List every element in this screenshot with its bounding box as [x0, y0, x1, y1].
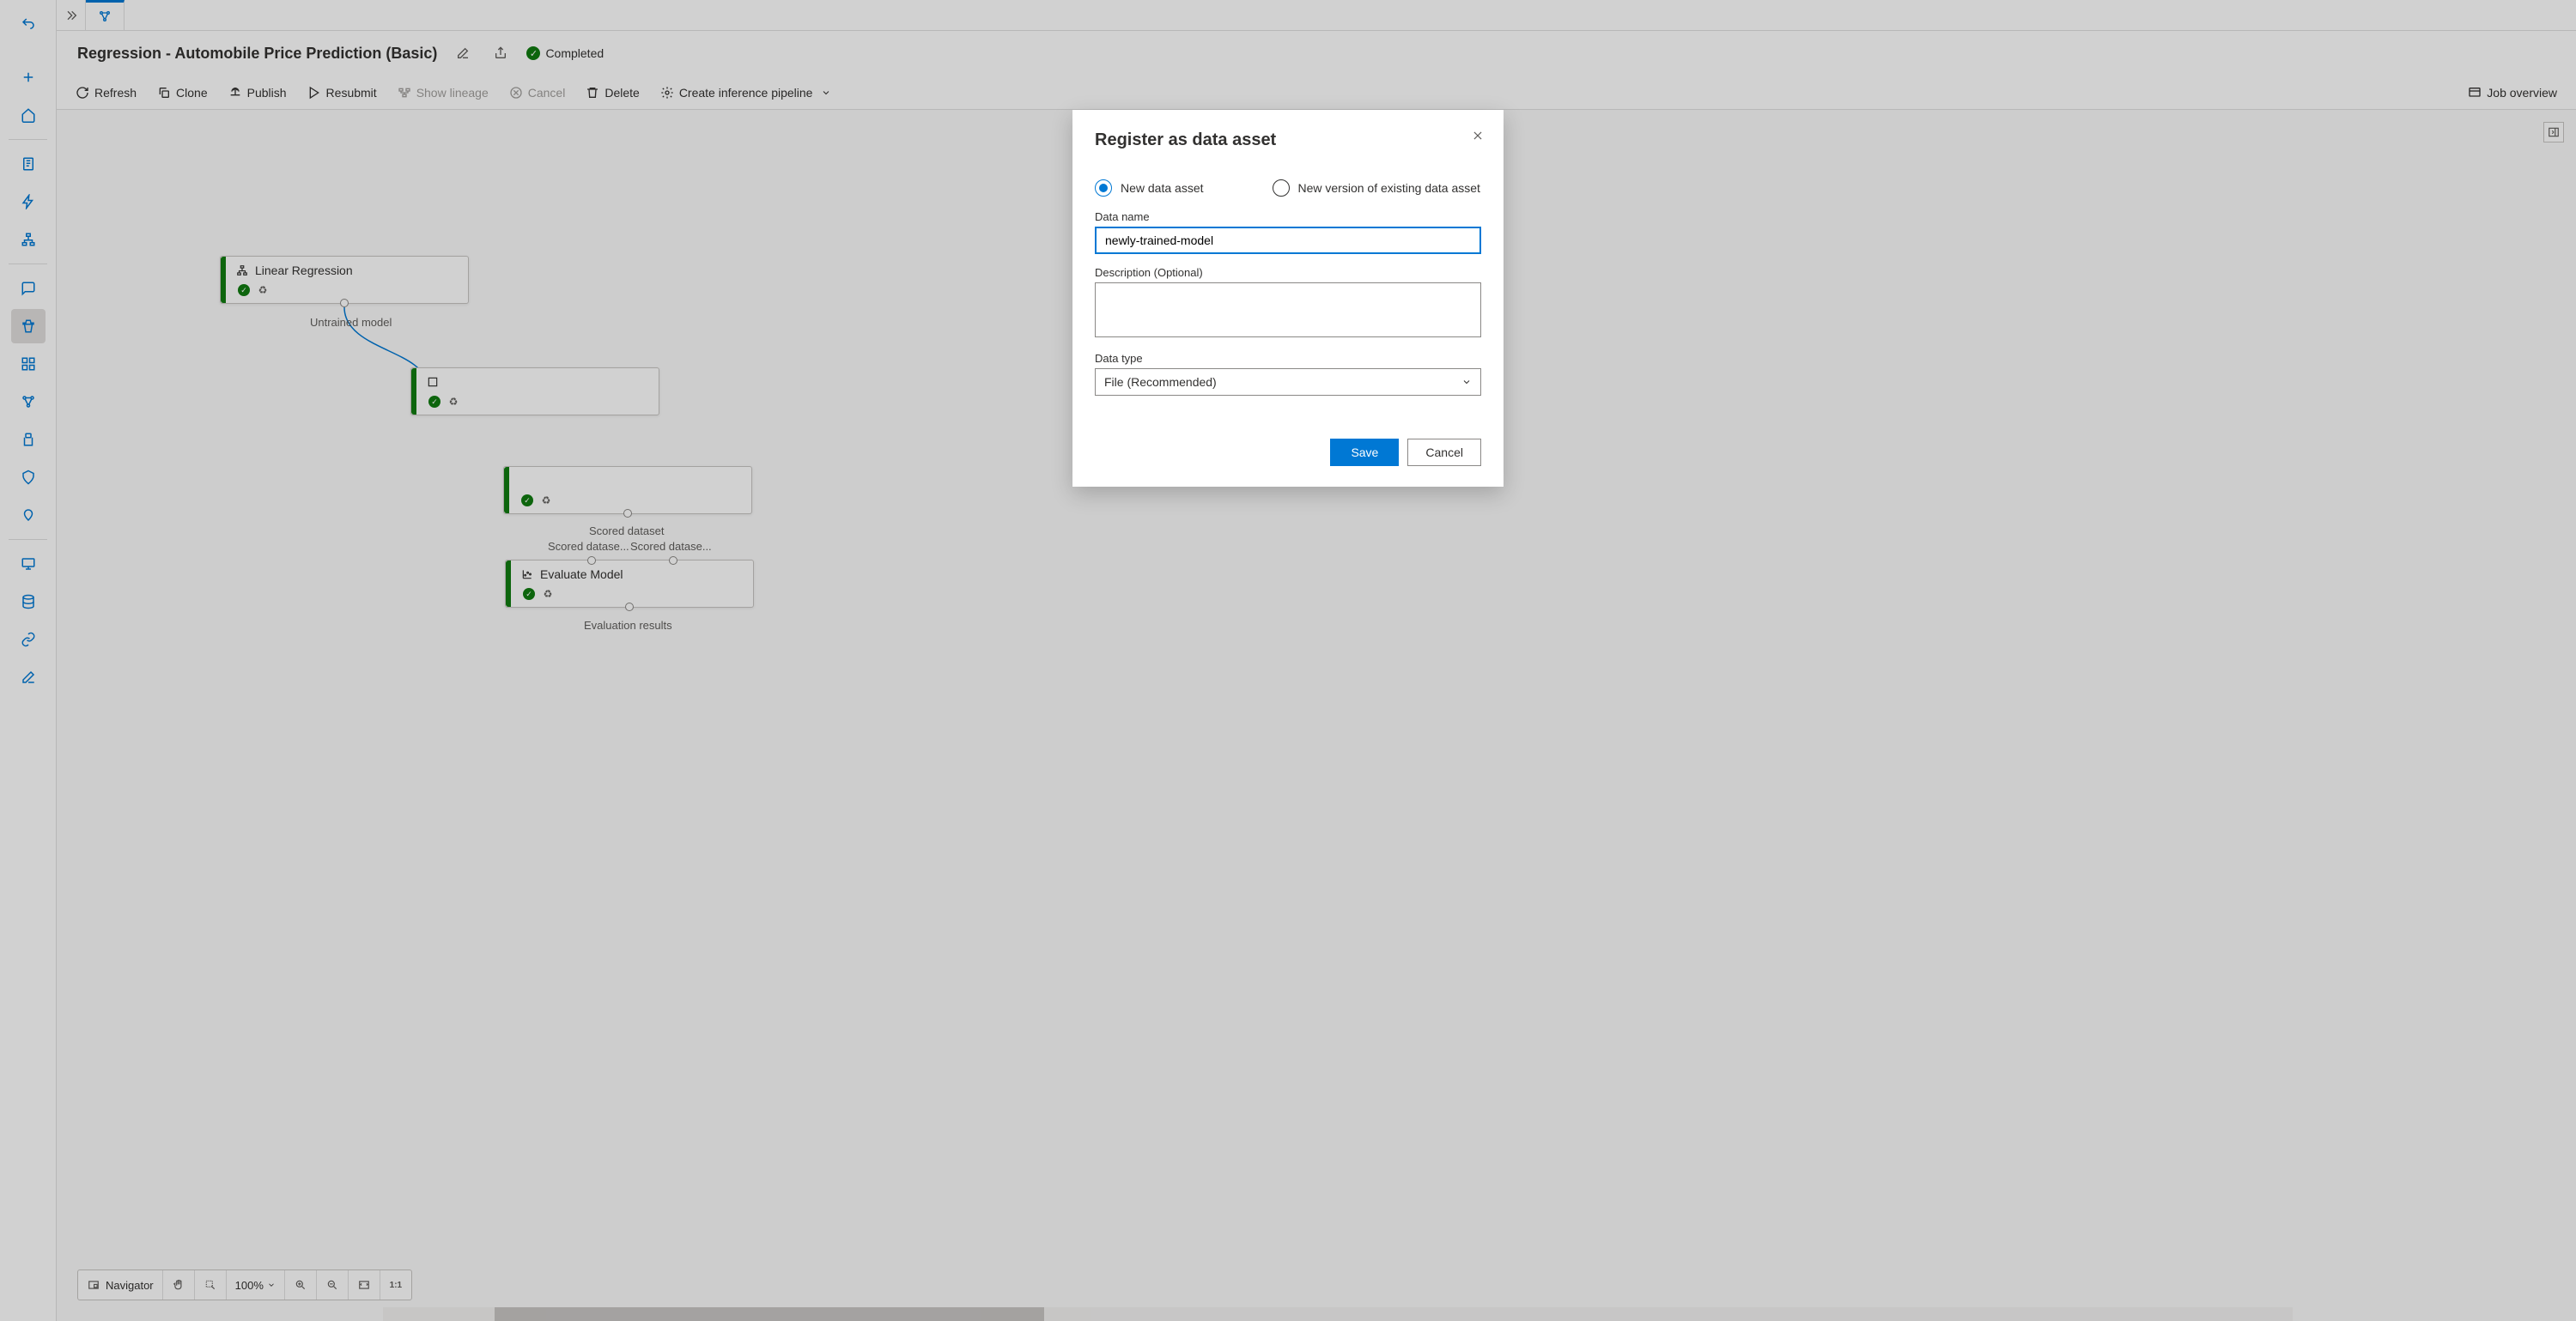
data-type-select[interactable]: File (Recommended) — [1095, 368, 1481, 396]
radio-checked-icon — [1095, 179, 1112, 197]
chevron-down-icon — [1461, 377, 1472, 387]
description-input[interactable] — [1095, 282, 1481, 337]
radio-unchecked-icon — [1273, 179, 1290, 197]
close-icon[interactable] — [1464, 122, 1492, 149]
save-button[interactable]: Save — [1330, 439, 1399, 466]
radio-existing-data-asset[interactable]: New version of existing data asset — [1273, 179, 1480, 197]
data-name-input[interactable] — [1095, 227, 1481, 254]
data-type-label: Data type — [1095, 352, 1481, 365]
register-data-asset-dialog: Register as data asset New data asset Ne… — [1072, 110, 1504, 487]
data-name-label: Data name — [1095, 210, 1481, 223]
radio-new-data-asset[interactable]: New data asset — [1095, 179, 1204, 197]
description-label: Description (Optional) — [1095, 266, 1481, 279]
dialog-title: Register as data asset — [1095, 130, 1481, 150]
cancel-button[interactable]: Cancel — [1407, 439, 1481, 466]
modal-overlay: Register as data asset New data asset Ne… — [0, 0, 2576, 1321]
